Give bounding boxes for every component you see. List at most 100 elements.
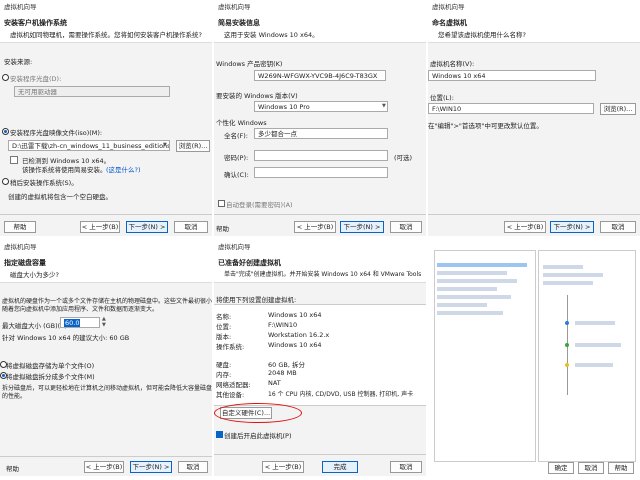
summary-value: Windows 10 x64: [268, 341, 322, 349]
cancel-button[interactable]: 取消: [390, 221, 422, 233]
next-button[interactable]: 下一步(N) >: [130, 461, 172, 473]
confirm-label: 确认(C):: [224, 171, 249, 179]
password-label: 密码(P):: [224, 154, 249, 162]
slider-marker: [565, 343, 569, 347]
list-item[interactable]: [437, 279, 517, 283]
product-key-input[interactable]: W269N-WFGWX-YVC9B-4J6C9-T83GX: [254, 70, 386, 81]
header-subtitle: 您希望该虚拟机使用什么名称?: [438, 31, 526, 39]
cancel-button[interactable]: 取消: [178, 461, 208, 473]
disc-select[interactable]: 无可用驱动器: [14, 86, 170, 97]
settings-line: [575, 363, 613, 367]
summary-key: 名称:: [216, 313, 232, 321]
version-select[interactable]: Windows 10 Pro: [254, 101, 388, 112]
summary-value: Workstation 16.2.x: [268, 331, 330, 339]
confirm-input[interactable]: [254, 167, 388, 178]
window-title: 虚拟机向导: [0, 240, 212, 254]
finish-button[interactable]: 完成: [322, 461, 358, 473]
version-label: 要安装的 Windows 版本(V): [216, 92, 298, 100]
cancel-button[interactable]: 取消: [390, 461, 422, 473]
what-is-this-link[interactable]: (这是什么?): [106, 164, 141, 174]
iso-radio[interactable]: [2, 128, 9, 135]
disc-label: 安装程序光盘(D):: [10, 75, 62, 83]
wizard-header: 命名虚拟机 您希望该虚拟机使用什么名称?: [428, 14, 640, 43]
list-item[interactable]: [437, 263, 527, 267]
settings-intro: 将使用下列设置创建虚拟机:: [216, 296, 297, 304]
install-from-label: 安装来源:: [4, 58, 33, 66]
help-button[interactable]: 帮助: [4, 221, 36, 233]
ok-button[interactable]: 确定: [548, 462, 574, 474]
summary-value: 60 GB, 拆分: [268, 361, 305, 369]
summary-key: 版本:: [216, 333, 232, 341]
single-file-label: 将虚拟磁盘存储为单个文件(O): [6, 362, 95, 370]
location-input[interactable]: F:\WIN10: [428, 103, 594, 114]
browse-button[interactable]: 浏览(R)...: [176, 140, 210, 152]
summary-key: 内存:: [216, 371, 232, 379]
back-button[interactable]: < 上一步(B): [504, 221, 546, 233]
later-radio[interactable]: [2, 178, 9, 185]
header-title: 安装客户机操作系统: [4, 19, 67, 27]
power-on-checkbox[interactable]: [216, 431, 223, 438]
power-on-label: 创建后开启此虚拟机(P): [224, 432, 292, 440]
autologin-checkbox[interactable]: [218, 200, 225, 207]
divider: [0, 456, 212, 457]
device-settings: [538, 250, 636, 462]
header-subtitle: 单击"完成"创建虚拟机，并开始安装 Windows 10 x64 和 VMwar…: [224, 271, 422, 278]
window-title: 虚拟机向导: [0, 0, 212, 14]
next-button[interactable]: 下一步(N) >: [340, 221, 384, 233]
back-button[interactable]: < 上一步(B): [80, 221, 120, 233]
later-label: 稍后安装操作系统(S)。: [10, 179, 78, 187]
settings-line: [575, 343, 621, 347]
spinner-down-icon[interactable]: ▼: [102, 322, 106, 328]
password-input[interactable]: [254, 150, 388, 161]
description-line-2: 随着您向虚拟机中添加应用程序、文件和数据而逐渐变大。: [2, 306, 159, 313]
summary-value: 16 个 CPU 内核, CD/DVD, USB 控制器, 打印机, 声卡: [268, 391, 414, 398]
iso-path-input[interactable]: D:\迅雷下载\zh-cn_windows_11_business_editio…: [8, 140, 170, 151]
product-key-label: Windows 产品密钥(K): [216, 60, 283, 68]
next-button[interactable]: 下一步(N) >: [550, 221, 594, 233]
back-button[interactable]: < 上一步(B): [262, 461, 304, 473]
help-button[interactable]: 帮助: [608, 462, 634, 474]
chevron-down-icon[interactable]: ▼: [382, 103, 386, 109]
size-label: 最大磁盘大小 (GB)(S):: [2, 322, 70, 330]
cancel-button[interactable]: 取消: [600, 221, 636, 233]
info-icon: [10, 156, 18, 164]
summary-key: 硬盘:: [216, 361, 232, 369]
settings-line: [543, 273, 603, 277]
window-title: 虚拟机向导: [214, 240, 426, 254]
header-title: 指定磁盘容量: [4, 259, 46, 267]
disc-radio[interactable]: [2, 74, 9, 81]
wizard-name-vm: 虚拟机向导 命名虚拟机 您希望该虚拟机使用什么名称? 虚拟机名称(V): Win…: [428, 0, 640, 236]
vm-name-input[interactable]: Windows 10 x64: [428, 70, 596, 81]
cancel-button[interactable]: 取消: [174, 221, 208, 233]
location-hint: 在"编辑">"首选项"中可更改默认位置。: [428, 122, 543, 130]
settings-line: [575, 321, 615, 325]
red-annotation-circle: [214, 403, 302, 423]
detected-line-2: 该操作系统将使用简易安装。: [22, 166, 107, 174]
settings-line: [543, 281, 593, 285]
settings-line: [543, 265, 583, 269]
device-list[interactable]: [434, 250, 536, 462]
full-name-input[interactable]: 多少都合一点: [254, 128, 388, 139]
list-item[interactable]: [437, 287, 497, 291]
size-input[interactable]: 60.0: [60, 317, 100, 328]
divider: [214, 454, 426, 455]
summary-key: 其他设备:: [216, 391, 245, 399]
browse-button[interactable]: 浏览(R)...: [600, 103, 636, 115]
settings-summary: 名称: Windows 10 x64 位置: F:\WIN10 版本: Work…: [214, 304, 426, 406]
list-item[interactable]: [437, 311, 503, 315]
chevron-down-icon[interactable]: ▼: [163, 142, 167, 148]
help-button[interactable]: 帮助: [216, 223, 229, 233]
list-item[interactable]: [437, 303, 487, 307]
back-button[interactable]: < 上一步(B): [84, 461, 124, 473]
help-button[interactable]: 帮助: [6, 463, 19, 473]
back-button[interactable]: < 上一步(B): [294, 221, 336, 233]
list-item[interactable]: [437, 271, 507, 275]
later-description: 创建的虚拟机将包含一个空白硬盘。: [8, 193, 112, 201]
divider: [214, 214, 426, 215]
list-item[interactable]: [437, 295, 511, 299]
split-file-label: 将虚拟磁盘拆分成多个文件(M): [6, 373, 95, 381]
split-description-2: 的性能。: [2, 393, 27, 400]
optional-note: (可选): [394, 154, 413, 162]
cancel-button[interactable]: 取消: [578, 462, 604, 474]
next-button[interactable]: 下一步(N) >: [126, 221, 168, 233]
